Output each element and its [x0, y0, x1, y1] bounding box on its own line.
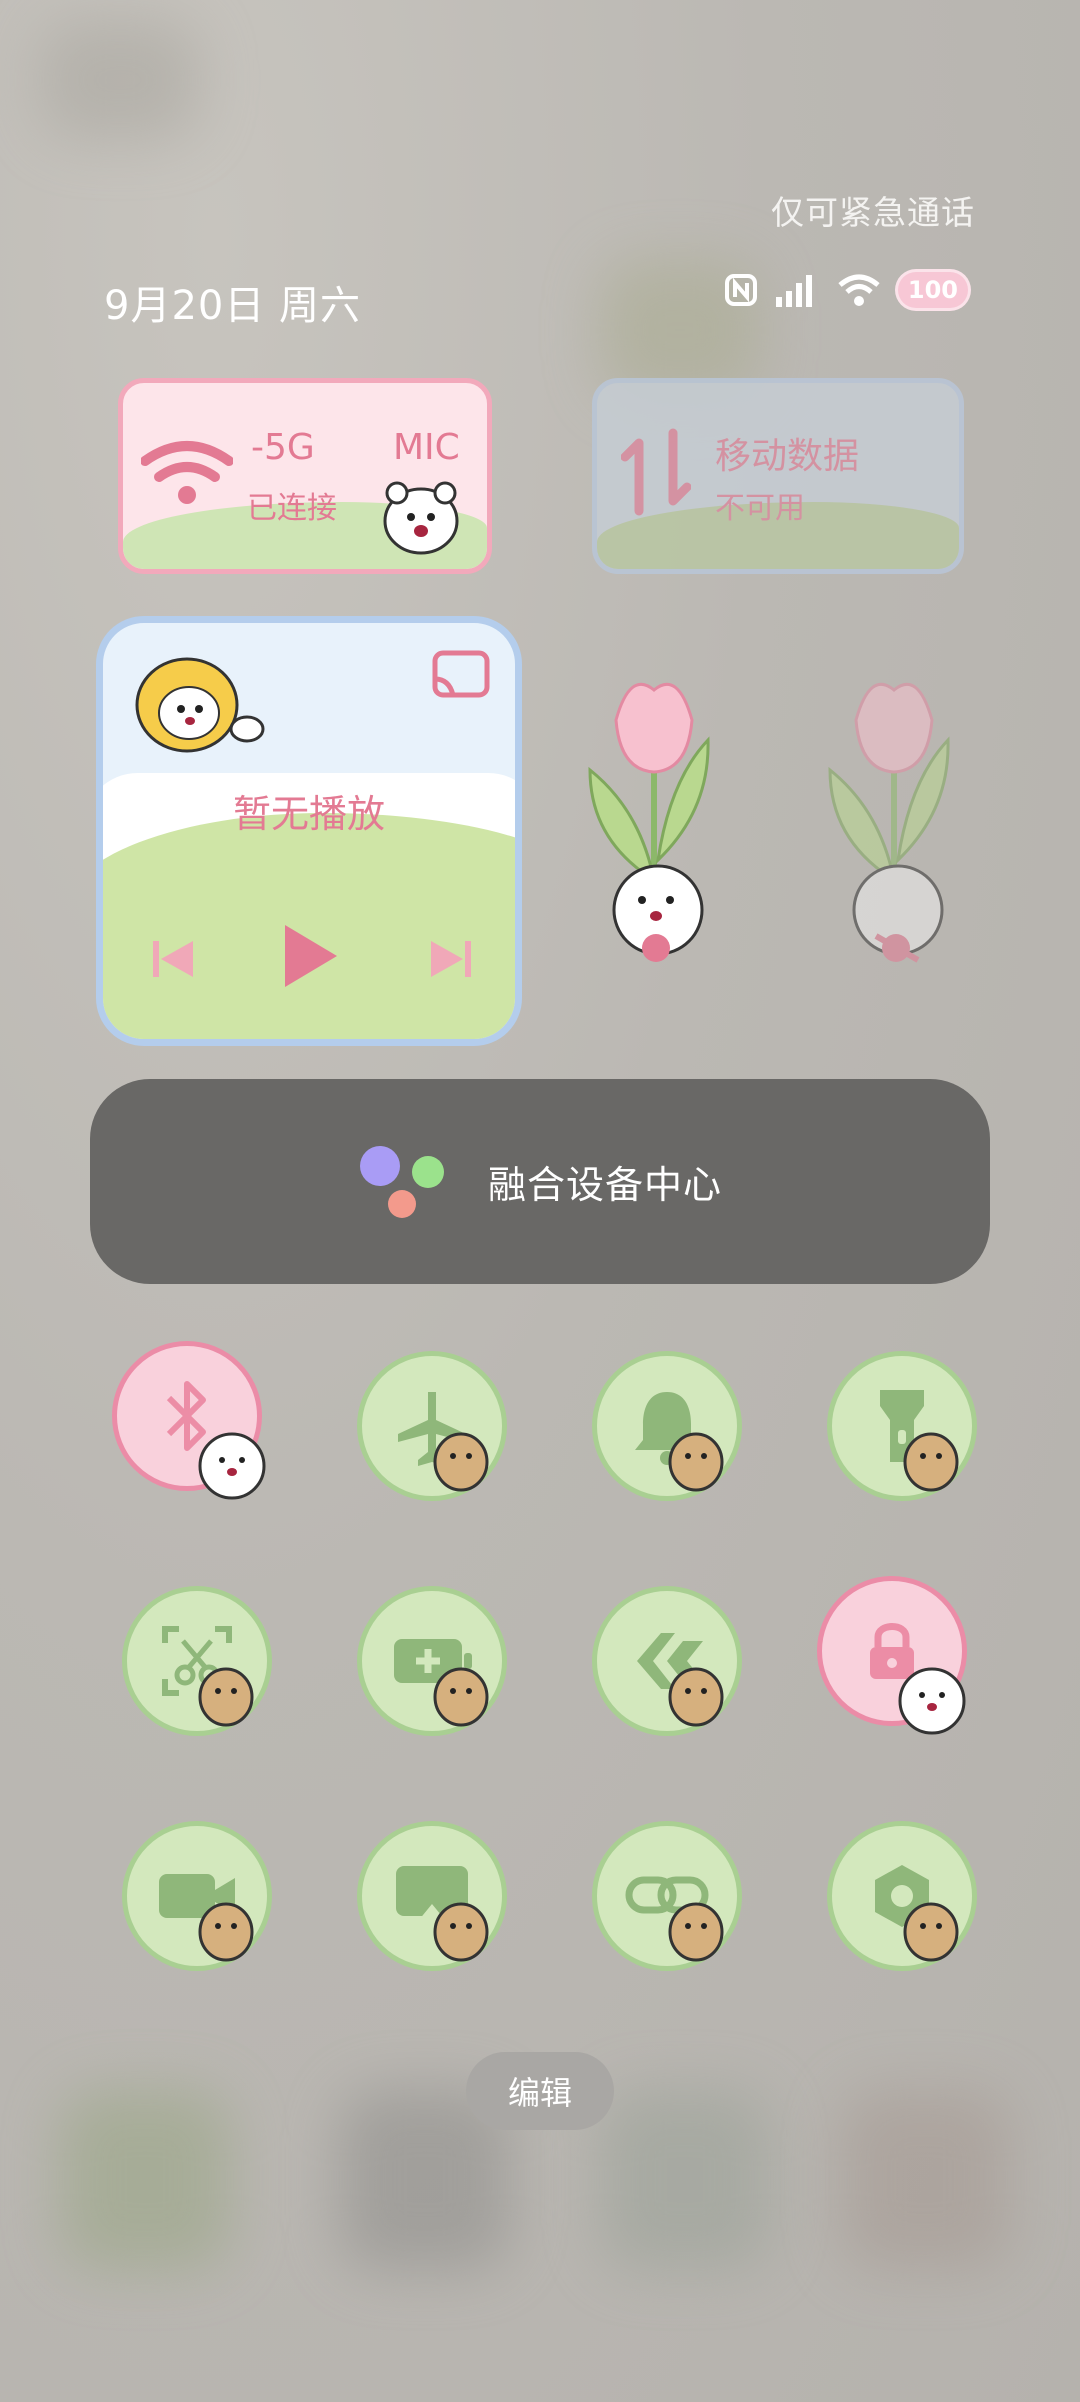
media-player-card[interactable]: 暂无播放	[96, 616, 522, 1046]
dog-mascot-icon	[198, 1667, 254, 1727]
dog-mascot-icon	[433, 1432, 489, 1492]
dog-mascot-icon	[668, 1432, 724, 1492]
cast-icon[interactable]	[431, 649, 491, 701]
mobile-data-tile[interactable]: 移动数据 不可用	[592, 378, 964, 574]
status-icons: 100	[724, 272, 968, 308]
dog-mascot-icon	[668, 1902, 724, 1962]
edit-button[interactable]: 编辑	[466, 2052, 614, 2130]
battery-indicator: 100	[897, 272, 968, 308]
mobile-data-status: 不可用	[715, 491, 805, 526]
emergency-call-label: 仅可紧急通话	[771, 193, 975, 232]
mobile-data-label: 移动数据	[715, 436, 860, 477]
wifi-status: 已连接	[247, 491, 337, 526]
dog-mascot-icon	[433, 1902, 489, 1962]
date-label: 9月20日 周六	[104, 283, 362, 329]
wifi-icon	[141, 441, 233, 504]
signal-icon	[775, 275, 812, 307]
wifi-name: -5G	[251, 427, 315, 468]
play-icon[interactable]	[279, 921, 341, 991]
dog-mascot-icon	[198, 1902, 254, 1962]
next-track-icon[interactable]	[427, 935, 475, 983]
dog-mascot-icon	[668, 1667, 724, 1727]
fusion-device-center[interactable]: 融合设备中心	[90, 1079, 990, 1284]
tulip-bear-widget[interactable]	[570, 660, 740, 980]
dog-mascot-icon	[903, 1902, 959, 1962]
dog-mascot-icon	[903, 1432, 959, 1492]
bear-mascot-icon	[898, 1667, 966, 1735]
fusion-label: 融合设备中心	[487, 1163, 722, 1207]
tulip-bear-widget-muted[interactable]	[810, 660, 980, 980]
fusion-dots-icon	[359, 1145, 444, 1218]
bear-mascot-icon	[198, 1432, 266, 1500]
wifi-name-suffix: MIC	[393, 427, 460, 468]
bear-mascot-icon	[383, 481, 459, 555]
dog-mascot-icon	[433, 1667, 489, 1727]
mobile-data-icon	[621, 428, 691, 516]
previous-track-icon[interactable]	[149, 935, 197, 983]
nfc-icon	[724, 274, 757, 306]
media-status: 暂无播放	[232, 792, 385, 836]
bee-bear-icon	[135, 657, 265, 753]
wifi-tile[interactable]: -5G MIC 已连接	[118, 378, 492, 574]
wifi-icon	[838, 274, 880, 306]
